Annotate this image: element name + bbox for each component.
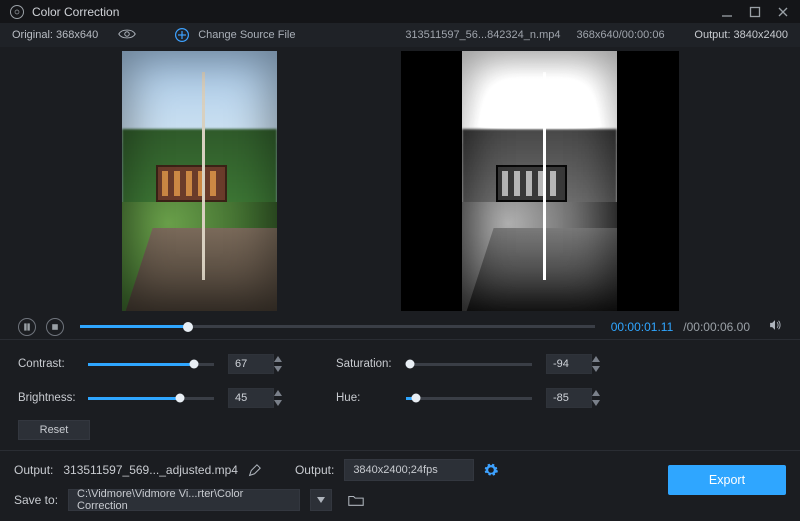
output-file-value: 313511597_569..._adjusted.mp4 xyxy=(63,463,238,477)
output-file-label: Output: xyxy=(14,463,53,477)
contrast-value[interactable]: 67 xyxy=(228,354,274,374)
stop-button[interactable] xyxy=(46,318,64,336)
export-button[interactable]: Export xyxy=(668,465,786,495)
output-format-label: Output: xyxy=(295,463,334,477)
bottom-bar: Output: 313511597_569..._adjusted.mp4 Ou… xyxy=(0,450,800,521)
output-settings-icon[interactable] xyxy=(484,463,498,477)
saturation-knob[interactable] xyxy=(405,360,414,369)
output-resolution-label: Output: 3840x2400 xyxy=(694,29,788,41)
brightness-knob[interactable] xyxy=(175,394,184,403)
brightness-label: Brightness: xyxy=(18,392,88,404)
saveto-value: C:\Vidmore\Vidmore Vi...rter\Color Corre… xyxy=(77,488,291,512)
contrast-label: Contrast: xyxy=(18,358,88,370)
reset-button[interactable]: Reset xyxy=(18,420,90,440)
change-source-button[interactable]: Change Source File xyxy=(174,27,295,43)
edit-output-name-icon[interactable] xyxy=(248,464,261,477)
contrast-knob[interactable] xyxy=(189,360,198,369)
saveto-dropdown[interactable] xyxy=(310,489,332,511)
toggle-preview-icon[interactable] xyxy=(118,28,136,43)
info-bar: Original: 368x640 Change Source File 313… xyxy=(0,23,800,46)
time-current: 00:00:01.11 xyxy=(611,320,674,334)
preview-area xyxy=(0,47,800,315)
brightness-value[interactable]: 45 xyxy=(228,388,274,408)
hue-slider[interactable] xyxy=(406,397,532,400)
timeline-knob[interactable] xyxy=(183,322,193,332)
saturation-value[interactable]: -94 xyxy=(546,354,592,374)
volume-icon[interactable] xyxy=(768,318,782,335)
transport-bar: 00:00:01.11/00:00:06.00 xyxy=(0,315,800,340)
change-source-label: Change Source File xyxy=(198,29,295,41)
pause-button[interactable] xyxy=(18,318,36,336)
timeline-slider[interactable] xyxy=(80,325,595,328)
minimize-button[interactable] xyxy=(720,5,734,19)
time-duration: /00:00:06.00 xyxy=(683,320,750,334)
saturation-slider[interactable] xyxy=(406,363,532,366)
maximize-button[interactable] xyxy=(748,5,762,19)
title-bar: Color Correction xyxy=(0,0,800,23)
saveto-label: Save to: xyxy=(14,493,58,507)
open-folder-icon[interactable] xyxy=(348,494,364,507)
source-file-meta: 368x640/00:00:06 xyxy=(576,29,664,41)
original-preview xyxy=(122,51,277,311)
app-icon xyxy=(10,5,24,19)
contrast-slider[interactable] xyxy=(88,363,214,366)
saturation-label: Saturation: xyxy=(336,358,406,370)
source-file-name: 313511597_56...842324_n.mp4 xyxy=(405,29,560,41)
timeline-fill xyxy=(80,325,188,328)
output-preview xyxy=(401,51,679,311)
close-button[interactable] xyxy=(776,5,790,19)
adjustment-sliders: Contrast: 67 Saturation: -94 Brightness:… xyxy=(0,340,800,414)
original-resolution-label: Original: 368x640 xyxy=(12,29,98,41)
brightness-slider[interactable] xyxy=(88,397,214,400)
hue-label: Hue: xyxy=(336,392,406,404)
app-title: Color Correction xyxy=(32,5,119,19)
hue-knob[interactable] xyxy=(412,394,421,403)
output-format-value: 3840x2400;24fps xyxy=(353,464,437,476)
hue-value[interactable]: -85 xyxy=(546,388,592,408)
output-format-field[interactable]: 3840x2400;24fps xyxy=(344,459,474,481)
saveto-field[interactable]: C:\Vidmore\Vidmore Vi...rter\Color Corre… xyxy=(68,489,300,511)
